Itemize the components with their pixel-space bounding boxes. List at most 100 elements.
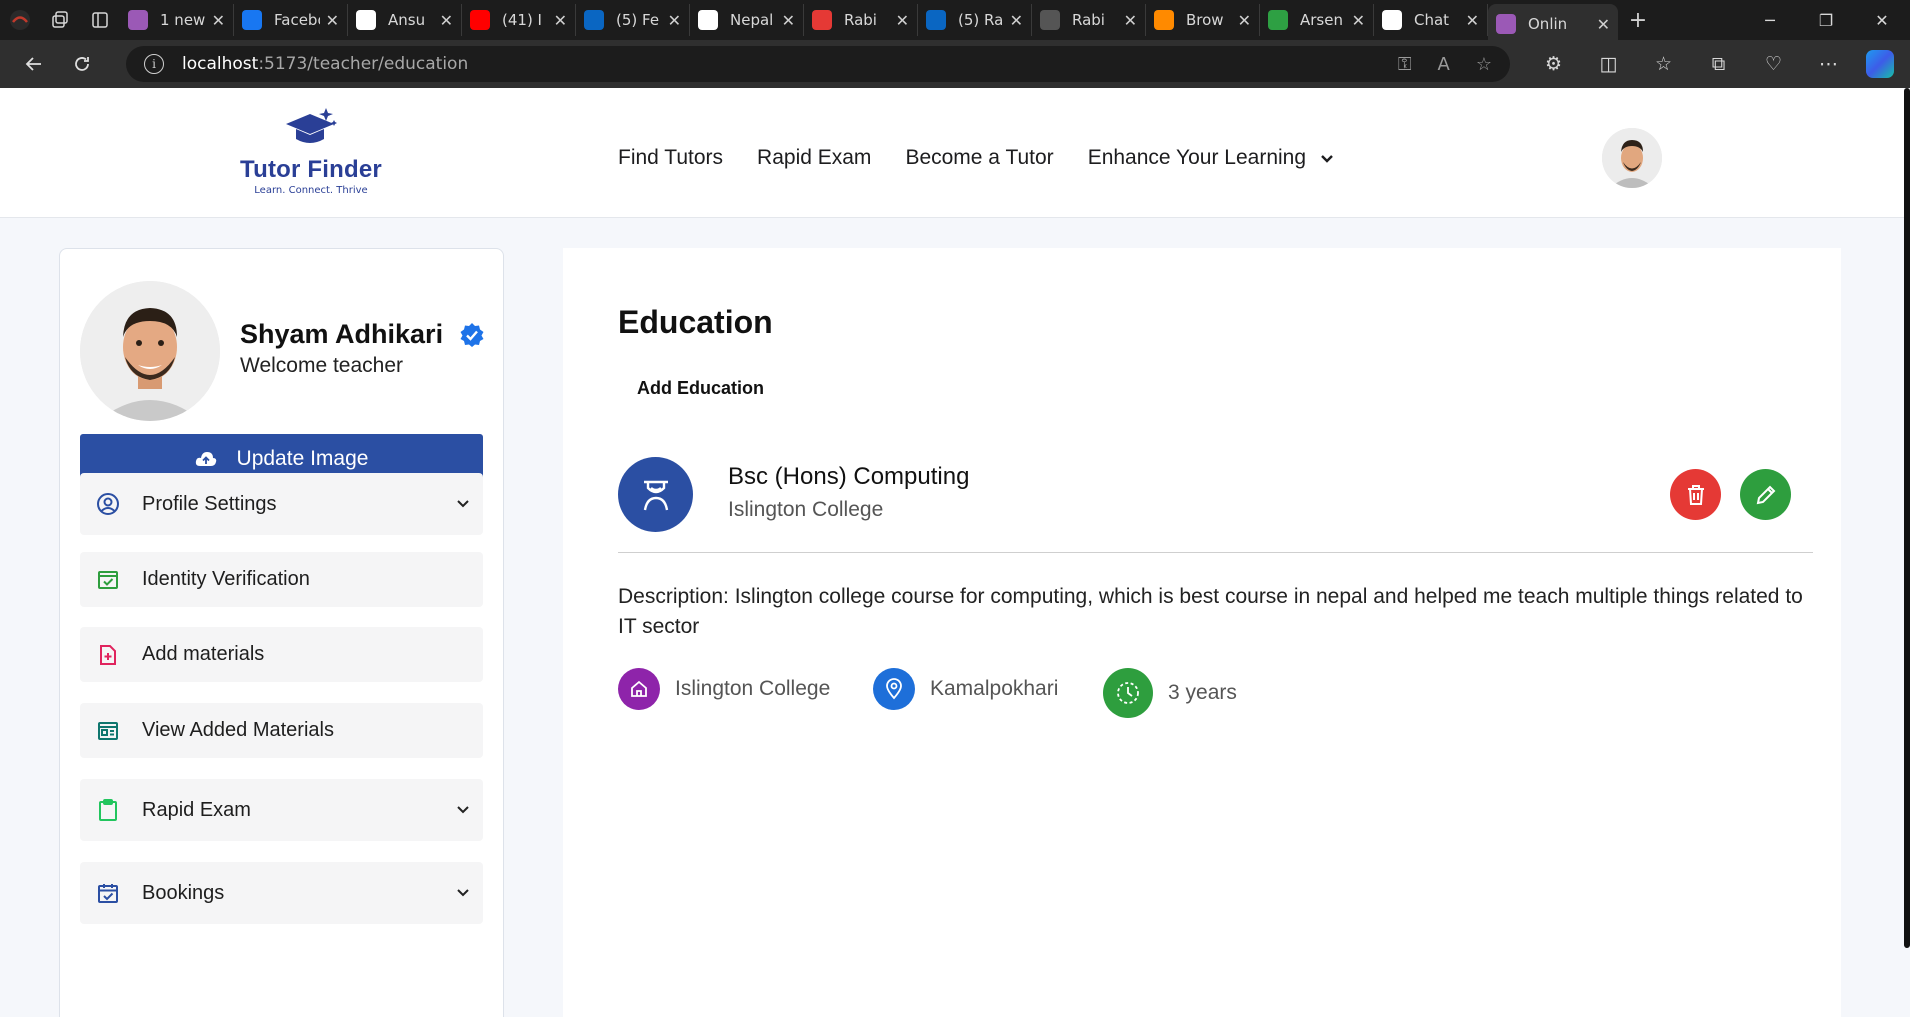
- back-button[interactable]: [10, 40, 58, 88]
- add-education-button[interactable]: Add Education: [637, 378, 764, 399]
- nav-enhance-learning[interactable]: Enhance Your Learning: [1088, 146, 1334, 170]
- browser-tab[interactable]: (5) Fe ✕: [576, 4, 690, 36]
- browser-tab-title: Rabi: [1072, 11, 1105, 29]
- browser-tab-title: Brow: [1186, 11, 1224, 29]
- browser-tab-title: Onlin: [1528, 15, 1568, 33]
- site-header: Tutor Finder Learn. Connect. Thrive Find…: [0, 88, 1904, 218]
- page-title: Education: [618, 304, 773, 340]
- user-name-text: Shyam Adhikari: [240, 319, 444, 349]
- close-tab-icon[interactable]: ✕: [440, 11, 453, 30]
- close-tab-icon[interactable]: ✕: [896, 11, 909, 30]
- browser-tab[interactable]: (41) I ✕: [462, 4, 576, 36]
- favorite-star-icon[interactable]: ☆: [1476, 54, 1492, 75]
- meta-text: Kamalpokhari: [930, 677, 1059, 700]
- institution-name: Islington College: [728, 498, 884, 521]
- close-tab-icon[interactable]: ✕: [1466, 11, 1479, 30]
- browser-tab-strip: 1 new ✕ Facebook ✕ Ansu ✕ (41) I ✕ (5) Fe ✕ Nepal ✕…: [0, 0, 1910, 44]
- delete-education-button[interactable]: [1670, 469, 1721, 520]
- close-tab-icon[interactable]: ✕: [326, 11, 339, 30]
- nav-find-tutors[interactable]: Find Tutors: [618, 146, 723, 170]
- chatgpt-icon: [1382, 10, 1402, 30]
- sidebar-item-label: Bookings: [142, 881, 225, 904]
- chevron-down-icon: [443, 805, 483, 815]
- url-path: :5173/teacher/education: [258, 54, 469, 74]
- chevron-down-icon: [1321, 155, 1333, 163]
- browser-tab[interactable]: Rabi ✕: [1032, 4, 1146, 36]
- edit-education-button[interactable]: [1740, 469, 1791, 520]
- nav-become-tutor[interactable]: Become a Tutor: [905, 146, 1053, 170]
- close-tab-icon[interactable]: ✕: [782, 11, 795, 30]
- close-window-button[interactable]: ✕: [1854, 0, 1910, 40]
- sidebar-item-view-materials[interactable]: View Added Materials: [80, 703, 483, 758]
- favorites-icon[interactable]: ☆: [1636, 53, 1691, 75]
- header-avatar[interactable]: [1602, 128, 1662, 188]
- browser-tab[interactable]: Nepal ✕: [690, 4, 804, 36]
- browser-toolbar: i localhost:5173/teacher/education ⚿ A ☆…: [0, 40, 1910, 88]
- avatar: [80, 281, 220, 421]
- browser-tab[interactable]: Onlin ✕: [1488, 4, 1618, 44]
- collections-icon[interactable]: ⧉: [1691, 53, 1746, 75]
- browser-tab[interactable]: Chat ✕: [1374, 4, 1488, 36]
- browser-tab[interactable]: Arsen ✕: [1260, 4, 1374, 36]
- page-scrollbar[interactable]: [1904, 88, 1910, 948]
- more-menu-icon[interactable]: ⋯: [1801, 53, 1856, 75]
- newspaper-icon: [96, 719, 120, 743]
- extensions-icon[interactable]: ⚙: [1526, 53, 1581, 75]
- browser-tab[interactable]: Rabi ✕: [804, 4, 918, 36]
- meta-duration: 3 years: [1103, 668, 1237, 718]
- close-tab-icon[interactable]: ✕: [1597, 15, 1610, 34]
- linkedin-icon: [584, 10, 604, 30]
- close-tab-icon[interactable]: ✕: [212, 11, 225, 30]
- close-tab-icon[interactable]: ✕: [1124, 11, 1137, 30]
- nav-rapid-exam[interactable]: Rapid Exam: [757, 146, 871, 170]
- sidebar-item-add-materials[interactable]: Add materials: [80, 627, 483, 682]
- github-icon: [698, 10, 718, 30]
- new-tab-button[interactable]: +: [1618, 8, 1658, 33]
- close-tab-icon[interactable]: ✕: [1010, 11, 1023, 30]
- sidebar-item-rapid-exam[interactable]: Rapid Exam: [80, 779, 483, 841]
- read-aloud-icon[interactable]: A: [1438, 54, 1450, 75]
- maximize-button[interactable]: ❐: [1798, 0, 1854, 40]
- browser-tab-title: (5) Ra: [958, 11, 1004, 29]
- logo[interactable]: Tutor Finder Learn. Connect. Thrive: [236, 106, 386, 196]
- browser-tab[interactable]: 1 new ✕: [120, 4, 234, 36]
- site-info-icon[interactable]: i: [144, 54, 164, 74]
- meta-text: 3 years: [1168, 681, 1237, 704]
- browser-tab[interactable]: Brow ✕: [1146, 4, 1260, 36]
- sidebar-item-profile-settings[interactable]: Profile Settings: [80, 473, 483, 535]
- main-nav: Find Tutors Rapid Exam Become a Tutor En…: [618, 146, 1334, 170]
- copilot-icon[interactable]: [1866, 50, 1894, 78]
- close-tab-icon[interactable]: ✕: [1352, 11, 1365, 30]
- sidebar-item-identity-verification[interactable]: Identity Verification: [80, 552, 483, 607]
- tab-actions-icon[interactable]: [80, 0, 120, 40]
- workspaces-icon[interactable]: [40, 0, 80, 40]
- profile-sidebar: Shyam Adhikari Welcome teacher Update Im…: [59, 248, 504, 1017]
- brand-icon: [1268, 10, 1288, 30]
- pencil-icon: [1756, 485, 1775, 504]
- education-badge: [618, 457, 693, 532]
- close-tab-icon[interactable]: ✕: [554, 11, 567, 30]
- degree-title: Bsc (Hons) Computing: [728, 463, 970, 490]
- check-square-icon: [96, 568, 120, 592]
- profile-icon[interactable]: [0, 0, 40, 40]
- sidebar-item-label: View Added Materials: [142, 719, 334, 741]
- browser-tab-title: (5) Fe: [616, 11, 660, 29]
- key-icon[interactable]: ⚿: [1398, 54, 1412, 75]
- browser-tab[interactable]: Facebook ✕: [234, 4, 348, 36]
- browser-essentials-icon[interactable]: ♡: [1746, 53, 1801, 75]
- browser-tab[interactable]: Ansu ✕: [348, 4, 462, 36]
- close-tab-icon[interactable]: ✕: [668, 11, 681, 30]
- sidebar-item-bookings[interactable]: Bookings: [80, 862, 483, 924]
- file-plus-icon: [96, 643, 120, 667]
- browser-tab[interactable]: (5) Ra ✕: [918, 4, 1032, 36]
- minimize-button[interactable]: ─: [1742, 0, 1798, 40]
- chevron-down-icon: [443, 888, 483, 898]
- browser-tab-title: Ansu: [388, 11, 426, 29]
- close-tab-icon[interactable]: ✕: [1238, 11, 1251, 30]
- reload-button[interactable]: [58, 40, 106, 88]
- sidebar-item-label: Rapid Exam: [142, 798, 251, 821]
- address-bar[interactable]: i localhost:5173/teacher/education ⚿ A ☆: [126, 46, 1510, 82]
- graduation-cap-icon: [286, 108, 337, 143]
- map-pin-icon: [873, 668, 915, 710]
- split-screen-icon[interactable]: ◫: [1581, 53, 1636, 75]
